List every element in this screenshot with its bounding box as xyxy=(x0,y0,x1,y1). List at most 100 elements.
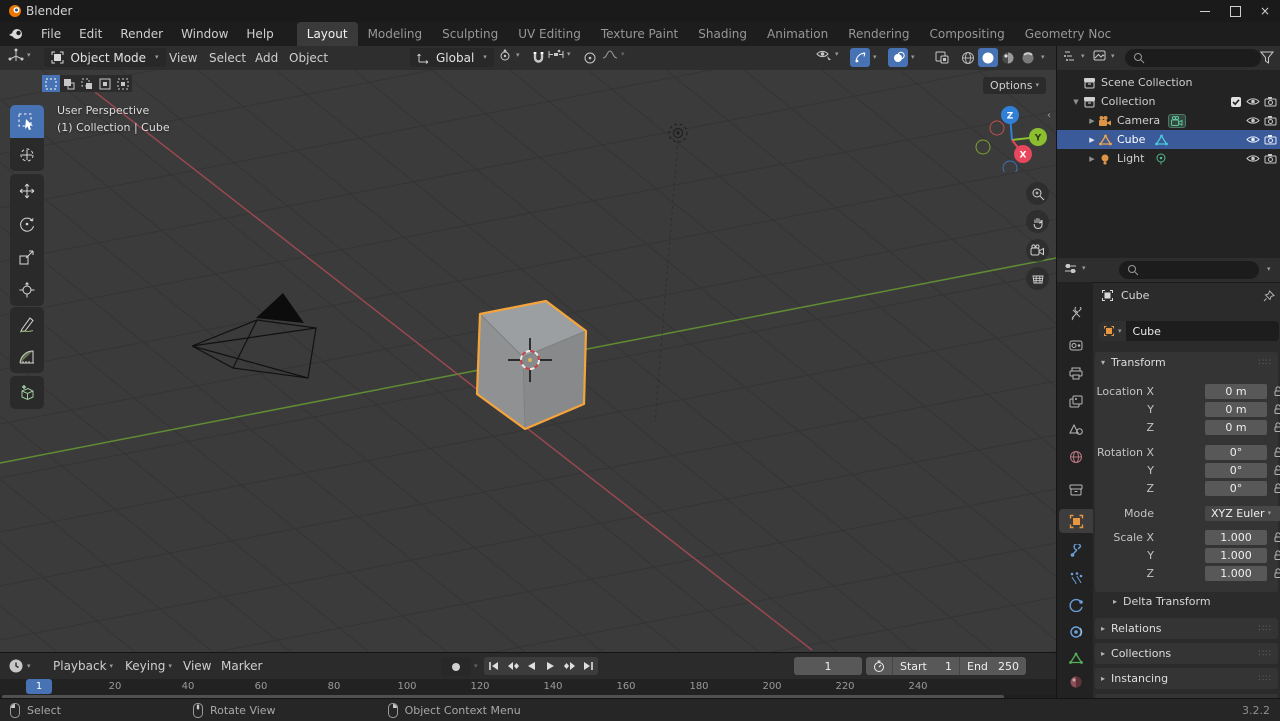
disable-render-camera-icon[interactable] xyxy=(1264,153,1277,164)
region-collapse-arrow[interactable]: ‹ xyxy=(1047,110,1051,121)
current-frame-field[interactable]: 1 xyxy=(794,657,862,675)
disable-render-camera-icon[interactable] xyxy=(1264,115,1277,126)
tab-output-icon[interactable] xyxy=(1059,361,1093,385)
start-frame-field[interactable]: Start 1 xyxy=(892,657,959,675)
menu-file[interactable]: File xyxy=(32,22,70,46)
proportional-falloff-selector[interactable]: ▾ xyxy=(602,48,625,61)
light-object[interactable] xyxy=(668,123,688,143)
exclude-checkbox[interactable] xyxy=(1230,96,1242,108)
pivot-point-selector[interactable]: ▾ xyxy=(498,48,520,63)
play-reverse-icon[interactable] xyxy=(522,657,541,675)
transform-panel-header[interactable]: ▾ Transform ∷∷ xyxy=(1095,352,1278,373)
play-icon[interactable] xyxy=(541,657,560,675)
disable-render-camera-icon[interactable] xyxy=(1264,134,1277,145)
select-mode-intersect-icon[interactable] xyxy=(114,75,132,92)
rotation-y-field[interactable]: 0° xyxy=(1205,462,1267,478)
tool-select-box[interactable] xyxy=(10,105,44,138)
editor-type-properties[interactable]: ▾ xyxy=(1063,262,1086,275)
cube-object[interactable] xyxy=(475,299,588,431)
tool-measure[interactable] xyxy=(10,340,44,373)
tool-scale[interactable] xyxy=(10,240,44,273)
snap-toggle-magnet-icon[interactable] xyxy=(528,48,548,67)
delta-transform-subpanel[interactable]: ▸ Delta Transform xyxy=(1113,595,1211,608)
hide-eye-icon[interactable] xyxy=(1246,115,1260,126)
transform-orientation-selector[interactable]: Global ▾ xyxy=(410,48,494,67)
expand-caret-icon[interactable]: ▶ xyxy=(1087,155,1097,163)
shading-wireframe-icon[interactable] xyxy=(958,48,978,67)
jump-to-end-icon[interactable] xyxy=(579,657,598,675)
tab-view-layer-icon[interactable] xyxy=(1059,389,1093,413)
tool-annotate[interactable] xyxy=(10,307,44,340)
workspace-tab-shading[interactable]: Shading xyxy=(688,22,757,46)
tab-material-icon[interactable] xyxy=(1059,670,1093,694)
next-keyframe-icon[interactable] xyxy=(560,657,579,675)
shading-solid-icon[interactable] xyxy=(978,48,998,67)
expand-caret-icon[interactable]: ▼ xyxy=(1071,98,1081,106)
minimize-button[interactable] xyxy=(1190,1,1220,21)
breadcrumb-object-name[interactable]: Cube xyxy=(1121,289,1149,302)
jump-to-start-icon[interactable] xyxy=(484,657,503,675)
mesh-data-icon[interactable] xyxy=(1155,134,1169,146)
options-button[interactable]: Options ▾ xyxy=(983,77,1046,94)
outliner-display-mode[interactable]: ▾ xyxy=(1093,49,1115,63)
tab-scene-icon[interactable] xyxy=(1059,417,1093,441)
properties-search-input[interactable] xyxy=(1119,261,1259,279)
light-data-icon[interactable] xyxy=(1155,153,1167,165)
workspace-tab-layout[interactable]: Layout xyxy=(296,22,358,46)
orthographic-toggle-icon[interactable] xyxy=(1026,267,1049,290)
pan-view-icon[interactable] xyxy=(1026,210,1049,233)
outliner-row-collection[interactable]: ▼ Collection xyxy=(1057,92,1280,111)
relations-panel[interactable]: ▸ Relations ∷∷ xyxy=(1095,618,1278,639)
editor-type-outliner[interactable]: ▾ xyxy=(1063,49,1085,63)
workspace-tab-rendering[interactable]: Rendering xyxy=(838,22,919,46)
menu-render[interactable]: Render xyxy=(111,22,172,46)
timeline-ruler[interactable]: 20 40 60 80 100 120 140 160 180 200 220 … xyxy=(0,679,1056,695)
workspace-tab-sculpting[interactable]: Sculpting xyxy=(432,22,508,46)
tab-collection-icon[interactable] xyxy=(1059,477,1093,501)
menu-keying[interactable]: Keying ▾ xyxy=(116,653,181,679)
collections-panel[interactable]: ▸ Collections ∷∷ xyxy=(1095,643,1278,664)
end-frame-field[interactable]: End 250 xyxy=(959,657,1026,675)
lock-icon[interactable] xyxy=(1273,531,1280,543)
xray-toggle[interactable] xyxy=(932,48,952,67)
menu-edit[interactable]: Edit xyxy=(70,22,111,46)
workspace-tab-texture-paint[interactable]: Texture Paint xyxy=(591,22,688,46)
panel-grip-icon[interactable]: ∷∷ xyxy=(1259,649,1272,659)
rotation-x-field[interactable]: 0° xyxy=(1205,444,1267,460)
tab-world-icon[interactable] xyxy=(1059,445,1093,469)
zoom-view-icon[interactable] xyxy=(1026,182,1049,205)
location-y-field[interactable]: 0 m xyxy=(1205,401,1267,417)
tab-constraints-icon[interactable] xyxy=(1059,620,1093,644)
workspace-tab-uv-editing[interactable]: UV Editing xyxy=(508,22,591,46)
location-x-field[interactable]: 0 m xyxy=(1205,383,1267,399)
hide-eye-icon[interactable] xyxy=(1246,96,1260,107)
select-mode-subtract-icon[interactable] xyxy=(78,75,96,92)
editor-type-3d-viewport[interactable]: ▾ xyxy=(8,48,31,63)
expand-caret-icon[interactable]: ▶ xyxy=(1087,136,1097,144)
close-button[interactable]: × xyxy=(1250,1,1280,21)
rotation-mode-dropdown[interactable]: XYZ Euler ▾ xyxy=(1205,505,1280,521)
outliner-row-scene-collection[interactable]: Scene Collection xyxy=(1057,73,1280,92)
tool-move[interactable] xyxy=(10,174,44,207)
panel-grip-icon[interactable]: ∷∷ xyxy=(1259,358,1272,368)
lock-icon[interactable] xyxy=(1273,482,1280,494)
location-z-field[interactable]: 0 m xyxy=(1205,419,1267,435)
navigation-gizmo[interactable]: Z Y X xyxy=(962,98,1056,172)
menu-help[interactable]: Help xyxy=(237,22,282,46)
show-object-types-selector[interactable]: ▾ xyxy=(816,48,839,61)
workspace-tab-geometry-nodes[interactable]: Geometry Noc xyxy=(1015,22,1113,46)
outliner-row-camera[interactable]: ▶ Camera xyxy=(1057,111,1280,130)
auto-keying-toggle[interactable]: ▾ xyxy=(441,657,478,676)
lock-icon[interactable] xyxy=(1273,385,1280,397)
select-mode-set-icon[interactable] xyxy=(42,75,60,92)
mode-selector[interactable]: Object Mode ▾ xyxy=(44,48,166,67)
workspace-tab-compositing[interactable]: Compositing xyxy=(919,22,1014,46)
select-mode-extend-icon[interactable] xyxy=(60,75,78,92)
shading-material-icon[interactable] xyxy=(998,48,1018,67)
instancing-panel[interactable]: ▸ Instancing ∷∷ xyxy=(1095,668,1278,689)
disable-render-camera-icon[interactable] xyxy=(1264,96,1277,107)
previous-keyframe-icon[interactable] xyxy=(503,657,522,675)
tool-transform[interactable] xyxy=(10,273,44,306)
properties-options-icon[interactable]: ▾ xyxy=(1267,266,1271,273)
hide-eye-icon[interactable] xyxy=(1246,153,1260,164)
